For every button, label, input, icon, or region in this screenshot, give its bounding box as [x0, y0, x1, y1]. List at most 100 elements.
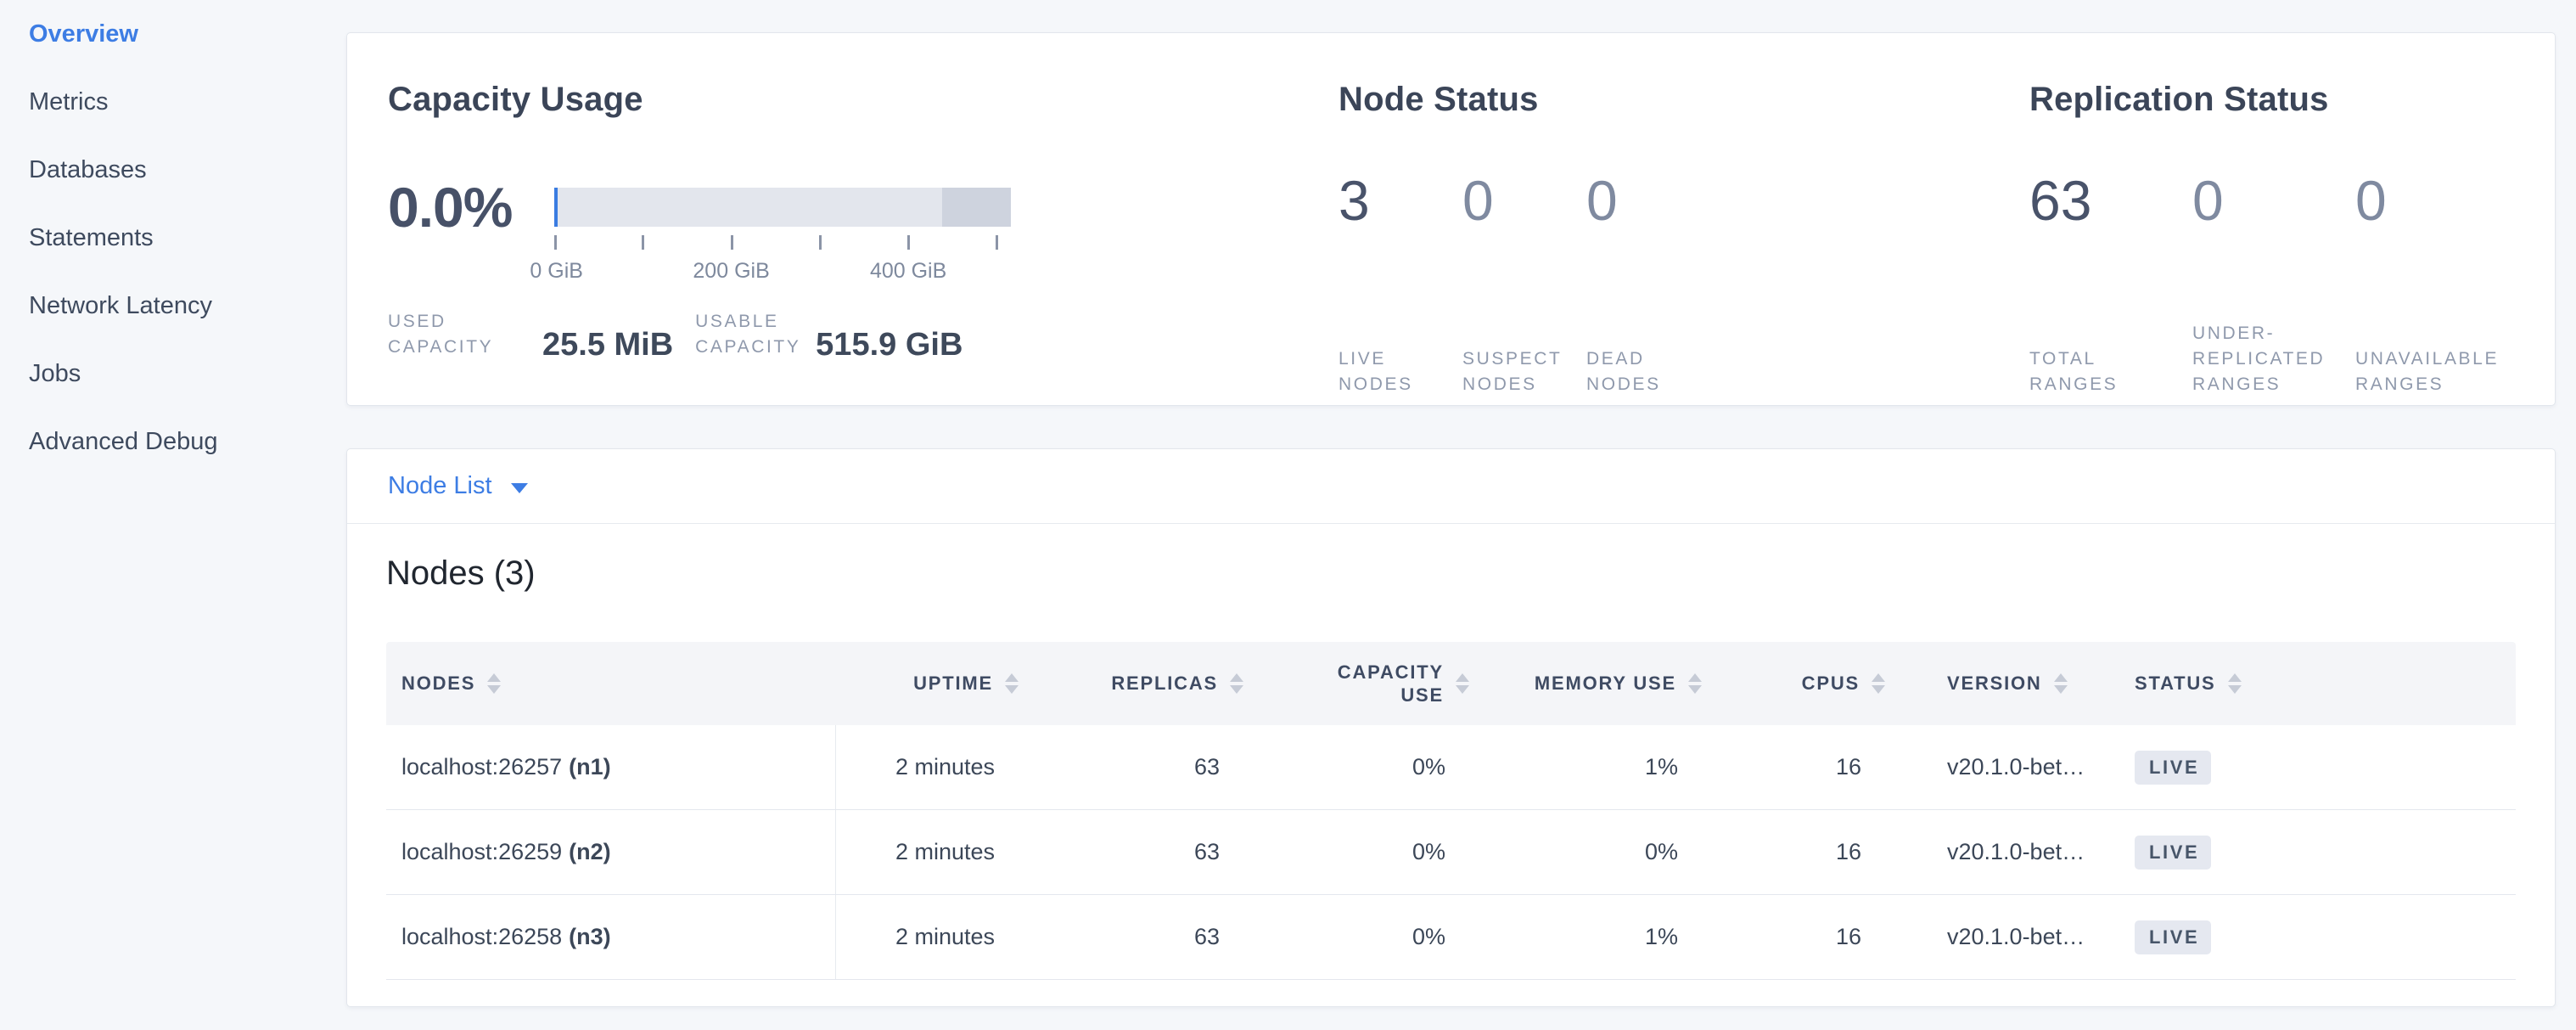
usable-capacity-stat: USABLE CAPACITY 515.9 GiB: [695, 309, 962, 360]
sort-icon: [1688, 673, 1702, 694]
nodes-table-header: NODES UPTIME REPLICAS CAPACITY USE: [386, 642, 2516, 725]
nodes-section: Nodes (3) NODES UPTIME REPLICAS: [347, 524, 2555, 980]
axis-tick: [819, 235, 822, 250]
live-nodes-stat: 3 LIVE NODES: [1339, 170, 1462, 397]
sidebar-item-jobs[interactable]: Jobs: [0, 340, 346, 408]
node-address: localhost:26257: [401, 754, 562, 780]
uptime-cell: 2 minutes: [836, 725, 1019, 809]
cpus-cell: 16: [1702, 725, 1885, 809]
table-row-node-1[interactable]: localhost:26257 (n1) 2 minutes 63 0% 1% …: [386, 725, 2516, 810]
capacity-use-cell: 0%: [1243, 810, 1469, 894]
cpus-cell: 16: [1702, 895, 1885, 979]
cluster-summary-card: Capacity Usage 0.0%: [346, 32, 2556, 406]
column-header-capacity-use[interactable]: CAPACITY USE: [1243, 661, 1469, 706]
sort-icon: [2054, 673, 2068, 694]
sort-icon: [1872, 673, 1885, 694]
status-cell: LIVE: [2128, 810, 2516, 894]
nodes-heading: Nodes (3): [386, 554, 2516, 593]
status-badge: LIVE: [2135, 751, 2211, 785]
table-row-node-2[interactable]: localhost:26259 (n2) 2 minutes 63 0% 0% …: [386, 810, 2516, 895]
status-cell: LIVE: [2128, 725, 2516, 809]
column-label: REPLICAS: [1111, 673, 1218, 695]
status-badge: LIVE: [2135, 920, 2211, 954]
capacity-axis-labels: 0 GiB 200 GiB 400 GiB: [554, 259, 1011, 283]
column-label: UPTIME: [913, 673, 993, 695]
node-id: (n1): [569, 754, 611, 780]
sidebar-item-overview[interactable]: Overview: [0, 0, 346, 68]
node-address-cell[interactable]: localhost:26259 (n2): [386, 810, 836, 894]
axis-tick: [996, 235, 998, 250]
usable-capacity-label: USABLE CAPACITY: [695, 309, 804, 360]
suspect-nodes-value: 0: [1462, 170, 1586, 231]
column-header-nodes[interactable]: NODES: [386, 673, 836, 695]
total-ranges-label: TOTAL RANGES: [2029, 346, 2192, 397]
sort-icon: [2228, 673, 2242, 694]
axis-tick: [731, 235, 733, 250]
capacity-gauge: 0.0%: [388, 166, 1339, 248]
used-capacity-value: 25.5 MiB: [542, 329, 673, 360]
total-ranges-stat: 63 TOTAL RANGES: [2029, 170, 2192, 397]
sort-icon: [1230, 673, 1243, 694]
sort-icon: [487, 673, 501, 694]
column-header-replicas[interactable]: REPLICAS: [1019, 673, 1243, 695]
axis-tick: [907, 235, 910, 250]
sidebar-item-network-latency[interactable]: Network Latency: [0, 272, 346, 340]
column-header-cpus[interactable]: CPUS: [1702, 673, 1885, 695]
node-list-card: Node List Nodes (3) NODES UPTIME: [346, 448, 2556, 1007]
axis-tick: [554, 235, 557, 250]
column-label: CAPACITY USE: [1330, 661, 1444, 706]
column-header-uptime[interactable]: UPTIME: [836, 673, 1019, 695]
replicas-cell: 63: [1019, 725, 1243, 809]
sidebar-item-metrics[interactable]: Metrics: [0, 68, 346, 136]
column-label: CPUS: [1802, 673, 1860, 695]
axis-label-400gib: 400 GiB: [870, 259, 946, 284]
capacity-bar: 0 GiB 200 GiB 400 GiB: [554, 188, 1011, 227]
capacity-usage-section: Capacity Usage 0.0%: [388, 81, 1339, 405]
node-id: (n2): [569, 839, 611, 865]
uptime-cell: 2 minutes: [836, 895, 1019, 979]
version-cell: v20.1.0-bet…: [1885, 725, 2128, 809]
version-cell: v20.1.0-bet…: [1885, 895, 2128, 979]
status-cell: LIVE: [2128, 895, 2516, 979]
sidebar-item-advanced-debug[interactable]: Advanced Debug: [0, 408, 346, 476]
node-address-cell[interactable]: localhost:26257 (n1): [386, 725, 836, 809]
replication-stats: 63 TOTAL RANGES 0 UNDER-REPLICATED RANGE…: [2029, 170, 2555, 397]
memory-use-cell: 0%: [1469, 810, 1702, 894]
under-replicated-ranges-value: 0: [2192, 170, 2355, 231]
axis-label-0gib: 0 GiB: [530, 259, 583, 284]
node-status-section: Node Status 3 LIVE NODES 0 SUSPECT NODES…: [1339, 81, 2029, 405]
used-capacity-label: USED CAPACITY: [388, 309, 530, 360]
sort-icon: [1005, 673, 1019, 694]
replicas-cell: 63: [1019, 810, 1243, 894]
table-row-node-3[interactable]: localhost:26258 (n3) 2 minutes 63 0% 1% …: [386, 895, 2516, 980]
sidebar-item-statements[interactable]: Statements: [0, 204, 346, 272]
sidebar-item-databases[interactable]: Databases: [0, 136, 346, 204]
column-header-status[interactable]: STATUS: [2128, 673, 2516, 695]
version-cell: v20.1.0-bet…: [1885, 810, 2128, 894]
node-list-dropdown-label: Node List: [388, 472, 492, 500]
capacity-bar-reserved-segment: [942, 188, 1011, 227]
nodes-table: NODES UPTIME REPLICAS CAPACITY USE: [386, 642, 2516, 980]
live-nodes-label: LIVE NODES: [1339, 346, 1462, 397]
replicas-cell: 63: [1019, 895, 1243, 979]
suspect-nodes-stat: 0 SUSPECT NODES: [1462, 170, 1586, 397]
node-list-dropdown[interactable]: Node List: [347, 449, 2555, 524]
column-label: STATUS: [2135, 673, 2216, 695]
sidebar: Overview Metrics Databases Statements Ne…: [0, 0, 346, 1007]
under-replicated-ranges-stat: 0 UNDER-REPLICATED RANGES: [2192, 170, 2355, 397]
replication-status-title: Replication Status: [2029, 81, 2555, 119]
status-badge: LIVE: [2135, 836, 2211, 870]
node-address-cell[interactable]: localhost:26258 (n3): [386, 895, 836, 979]
unavailable-ranges-label: UNAVAILABLE RANGES: [2355, 346, 2518, 397]
cpus-cell: 16: [1702, 810, 1885, 894]
dead-nodes-stat: 0 DEAD NODES: [1586, 170, 1710, 397]
app-root: Overview Metrics Databases Statements Ne…: [0, 0, 2576, 1007]
node-status-stats: 3 LIVE NODES 0 SUSPECT NODES 0 DEAD NODE…: [1339, 170, 2029, 397]
column-header-version[interactable]: VERSION: [1885, 673, 2128, 695]
dead-nodes-value: 0: [1586, 170, 1710, 231]
column-header-memory-use[interactable]: MEMORY USE: [1469, 673, 1702, 695]
under-replicated-ranges-label: UNDER-REPLICATED RANGES: [2192, 321, 2355, 397]
replication-status-section: Replication Status 63 TOTAL RANGES 0 UND…: [2029, 81, 2555, 405]
dead-nodes-label: DEAD NODES: [1586, 346, 1710, 397]
memory-use-cell: 1%: [1469, 895, 1702, 979]
